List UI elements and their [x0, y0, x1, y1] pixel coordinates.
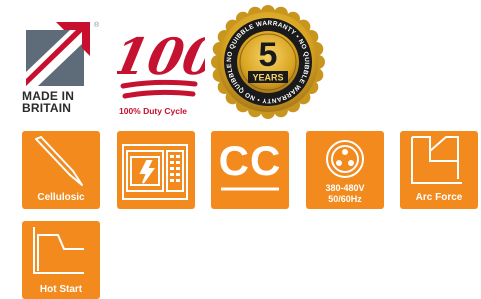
hundred-number: 100	[117, 28, 205, 86]
made-in-britain-logo: ® MADE IN BRITAIN	[22, 22, 102, 122]
registered-mark: ®	[94, 22, 100, 29]
feature-label: Cellulosic	[37, 192, 85, 203]
duty-cycle-badge: 100 100% Duty Cycle	[107, 22, 224, 122]
seal-years-text: YEARS	[252, 73, 283, 83]
union-flag-arrow-icon	[22, 22, 90, 86]
voltage-label: 380-480V	[325, 183, 365, 193]
feature-tile-inverter	[117, 131, 195, 209]
feature-tile-voltage: 380-480V 50/60Hz	[306, 131, 384, 209]
duty-cycle-caption: 100% Duty Cycle	[119, 106, 188, 116]
feature-label: Arc Force	[415, 192, 463, 203]
hundred-emoji-icon: 100	[107, 28, 224, 99]
seal-number: 5	[259, 36, 278, 74]
cc-underline	[221, 187, 279, 191]
inverter-machine-icon	[122, 144, 188, 200]
warranty-seal: NO QUIBBLE WARRANTY • NO QUIBBLE WARRANT…	[207, 0, 326, 120]
frequency-label: 50/60Hz	[328, 194, 362, 204]
seal-icon: NO QUIBBLE WARRANTY • NO QUIBBLE WARRANT…	[207, 0, 325, 119]
feature-tile-arc-force: Arc Force	[400, 131, 478, 209]
feature-tile-cellulosic: Cellulosic	[22, 131, 100, 209]
feature-tile-hot-start: Hot Start	[22, 221, 100, 299]
feature-label: Hot Start	[39, 284, 83, 295]
britain-text: BRITAIN	[22, 101, 72, 115]
feature-tile-cc: CC	[211, 131, 289, 209]
